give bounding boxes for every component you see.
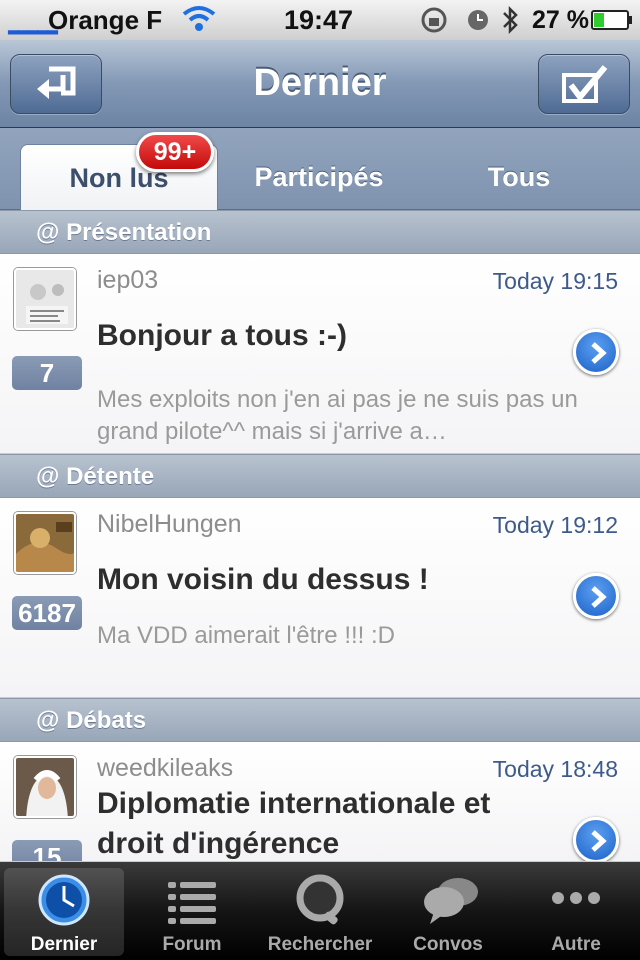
rotation-lock-icon [421, 7, 447, 33]
alarm-icon [468, 10, 488, 30]
post-date: Today 18:48 [492, 756, 618, 782]
reply-count: 6187 [12, 596, 82, 630]
tabbar-item-convos[interactable]: Convos [388, 868, 508, 956]
disclosure-button[interactable] [573, 573, 619, 619]
reply-count: 7 [12, 356, 82, 390]
list-item[interactable]: 7 iep03 Today 19:15 Bonjour a tous :-) M… [0, 254, 640, 454]
avatar [14, 512, 76, 574]
tab-participes[interactable]: Participés [220, 144, 418, 210]
reply-count: 15 [12, 840, 82, 861]
author-name: NibelHungen [97, 510, 242, 538]
tab-bar: Dernier Forum Rechercher Convos Autre [0, 862, 640, 960]
disclosure-button[interactable] [573, 817, 619, 861]
unread-badge: 99+ [136, 132, 214, 172]
topic-title: Bonjour a tous :-) [97, 319, 347, 352]
avatar [14, 268, 76, 330]
status-bar: ▂▂▂▂▂ Orange F 19:47 27 % [0, 0, 640, 40]
disclosure-button[interactable] [573, 329, 619, 375]
tabbar-item-dernier[interactable]: Dernier [4, 868, 124, 956]
section-header: @ Débats [0, 698, 640, 742]
section-header: @ Présentation [0, 210, 640, 254]
carrier-name: Orange F [48, 5, 163, 35]
clock: 19:47 [284, 5, 354, 35]
topic-title: Mon voisin du dessus ! [97, 563, 429, 596]
section-header: @ Détente [0, 454, 640, 498]
author-name: weedkileaks [97, 754, 234, 782]
author-name: iep03 [97, 266, 159, 294]
chevron-right-icon [591, 586, 607, 608]
tabbar-label: Dernier [30, 934, 98, 955]
tabbar-label: Forum [162, 934, 222, 955]
chevron-right-icon [591, 342, 607, 364]
navigation-bar: Dernier [0, 40, 640, 128]
search-icon [296, 874, 344, 925]
mark-read-button[interactable] [538, 54, 630, 114]
filter-tabs: Non lus Participés Tous [0, 128, 640, 210]
post-date: Today 19:12 [492, 512, 618, 538]
battery-icon [591, 10, 632, 30]
bluetooth-icon [503, 5, 518, 35]
tab-tous[interactable]: Tous [420, 144, 618, 210]
tabbar-item-forum[interactable]: Forum [132, 868, 252, 956]
topic-title: Diplomatie internationale et droit d'ing… [97, 787, 491, 860]
tabbar-label: Convos [413, 934, 483, 955]
list-item[interactable]: 6187 NibelHungen Today 19:12 Mon voisin … [0, 498, 640, 698]
battery-percent: 27 % [532, 6, 589, 34]
list-icon [168, 882, 216, 924]
list-item[interactable]: 15 weedkileaks Today 18:48 Diplomatie in… [0, 742, 640, 862]
chevron-right-icon [591, 830, 607, 852]
tabbar-label: Rechercher [267, 934, 373, 955]
wifi-icon [182, 6, 216, 31]
post-date: Today 19:15 [492, 268, 618, 294]
more-icon [552, 892, 600, 904]
tabbar-item-autre[interactable]: Autre [516, 868, 636, 956]
avatar [14, 756, 76, 818]
tabbar-label: Autre [551, 934, 601, 955]
clock-icon [38, 874, 90, 926]
topic-preview: Mes exploits non j'en ai pas je ne suis … [97, 386, 578, 445]
checkbox-icon [562, 65, 608, 103]
chat-bubbles-icon [424, 878, 478, 924]
tabbar-item-rechercher[interactable]: Rechercher [260, 868, 380, 956]
topic-preview: Ma VDD aimerait l'être !!! :D [97, 622, 395, 649]
